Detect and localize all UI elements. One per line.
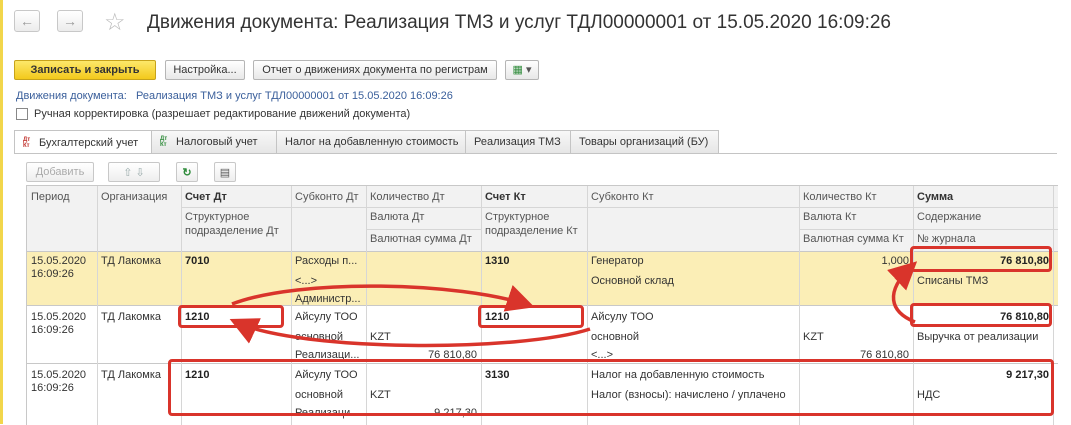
header-dt-account: Счет Дт bbox=[181, 188, 231, 206]
header-currency-sum-kt: Валютная сумма Кт bbox=[799, 230, 908, 248]
manual-correction-checkbox[interactable] bbox=[16, 108, 28, 120]
refresh-button[interactable]: ↻ bbox=[176, 162, 198, 182]
left-accent-bar bbox=[0, 0, 3, 424]
document-icon: ▤ bbox=[219, 166, 231, 179]
tab-org-goods[interactable]: Товары организаций (БУ) bbox=[570, 130, 719, 153]
row1-org: ТД Лакомка bbox=[101, 255, 161, 267]
row1-subconto-dt-3[interactable]: Администр... bbox=[291, 290, 366, 308]
row2-currency-dt[interactable]: KZT bbox=[366, 328, 395, 346]
row1-qty-kt[interactable]: 1,000 bbox=[799, 252, 913, 270]
tab-vat[interactable]: Налог на добавленную стоимость bbox=[276, 130, 466, 153]
row1-content[interactable]: Списаны ТМЗ bbox=[913, 272, 992, 290]
refresh-icon: ↻ bbox=[182, 166, 192, 179]
header-kt-account: Счет Кт bbox=[481, 188, 530, 206]
row2-subconto-kt-1[interactable]: Айсулу ТОО bbox=[587, 308, 658, 326]
header-currency-dt: Валюта Дт bbox=[366, 208, 429, 226]
header-kt-subdivision: Структурное подразделение Кт bbox=[481, 208, 587, 240]
row3-time: 16:09:26 bbox=[31, 382, 74, 394]
row1-subconto-kt-1[interactable]: Генератор bbox=[587, 252, 648, 270]
tab-label: Налоговый учет bbox=[176, 136, 258, 148]
breadcrumb-label: Движения документа: bbox=[16, 90, 127, 102]
row1-time: 16:09:26 bbox=[31, 268, 74, 280]
tab-tax-accounting[interactable]: Дт Кт Налоговый учет bbox=[151, 130, 277, 153]
highlight-kt-1210 bbox=[478, 305, 584, 328]
forward-button[interactable]: → bbox=[57, 10, 83, 32]
row2-content[interactable]: Выручка от реализации bbox=[913, 328, 1042, 346]
tab-label: Товары организаций (БУ) bbox=[579, 136, 709, 148]
highlight-sum-row1 bbox=[910, 246, 1052, 272]
row1-dt-account[interactable]: 7010 bbox=[181, 252, 213, 270]
export-dropdown-button[interactable]: ▦ ▾ bbox=[505, 60, 539, 80]
move-down-icon[interactable]: ⇩ bbox=[136, 166, 145, 179]
row2-org: ТД Лакомка bbox=[101, 311, 161, 323]
breadcrumb-document-link[interactable]: Реализация ТМЗ и услуг ТДЛ00000001 от 15… bbox=[136, 90, 453, 102]
dt-kt-tax-icon: Дт Кт bbox=[160, 136, 168, 148]
header-subconto-kt: Субконто Кт bbox=[587, 188, 658, 206]
tab-label: Налог на добавленную стоимость bbox=[285, 136, 459, 148]
highlight-dt-1210 bbox=[178, 305, 284, 328]
manual-correction-row: Ручная корректировка (разрешает редактир… bbox=[16, 108, 410, 120]
header-content: Содержание bbox=[913, 208, 986, 226]
header-qty-kt: Количество Кт bbox=[799, 188, 881, 206]
window-title: Движения документа: Реализация ТМЗ и усл… bbox=[147, 12, 891, 33]
row2-currency-kt[interactable]: KZT bbox=[799, 328, 828, 346]
register-tabs: Дт Кт Бухгалтерский учет Дт Кт Налоговый у… bbox=[14, 130, 719, 154]
highlight-vat-row bbox=[168, 359, 1054, 416]
chevron-down-icon: ▾ bbox=[525, 64, 532, 76]
row1-kt-account[interactable]: 1310 bbox=[481, 252, 513, 270]
manual-correction-label: Ручная корректировка (разрешает редактир… bbox=[34, 108, 411, 120]
arrow-right-icon: → bbox=[63, 13, 77, 29]
settings-button[interactable]: Настройка... bbox=[165, 60, 245, 80]
breadcrumb: Движения документа: Реализация ТМЗ и усл… bbox=[16, 90, 453, 102]
favorite-star-icon[interactable]: ☆ bbox=[104, 8, 126, 37]
highlight-sum-row2 bbox=[910, 303, 1052, 327]
header-org: Организация bbox=[97, 188, 172, 206]
dt-kt-icon: Дт Кт bbox=[23, 136, 31, 149]
row1-subconto-dt-1[interactable]: Расходы п... bbox=[291, 252, 366, 270]
save-close-button[interactable]: Записать и закрыть bbox=[14, 60, 156, 80]
header-period: Период bbox=[27, 188, 74, 206]
row1-subconto-dt-2[interactable]: <...> bbox=[291, 272, 321, 290]
tab-underline bbox=[14, 153, 1057, 154]
tab-label: Реализация ТМЗ bbox=[474, 136, 561, 148]
list-settings-button[interactable]: ▤ bbox=[214, 162, 236, 182]
table-export-icon: ▦ bbox=[512, 64, 523, 76]
row2-subconto-kt-2[interactable]: основной bbox=[587, 328, 643, 346]
back-button[interactable]: ← bbox=[14, 10, 40, 32]
header-subconto-dt: Субконто Дт bbox=[291, 188, 363, 206]
row1-subconto-kt-2[interactable]: Основной склад bbox=[587, 272, 678, 290]
row3-org: ТД Лакомка bbox=[101, 369, 161, 381]
header-qty-dt: Количество Дт bbox=[366, 188, 449, 206]
row2-subconto-dt-2[interactable]: основной bbox=[291, 328, 347, 346]
move-up-icon[interactable]: ⇧ bbox=[123, 166, 132, 179]
row2-time: 16:09:26 bbox=[31, 324, 74, 336]
tab-tmz-sales[interactable]: Реализация ТМЗ bbox=[465, 130, 571, 153]
header-dt-subdivision: Структурное подразделение Дт bbox=[181, 208, 291, 240]
report-button[interactable]: Отчет о движениях документа по регистрам bbox=[253, 60, 497, 80]
add-button[interactable]: Добавить bbox=[26, 162, 94, 182]
move-buttons[interactable]: ⇧ ⇩ bbox=[108, 162, 160, 182]
header-currency-kt: Валюта Кт bbox=[799, 208, 861, 226]
row2-subconto-dt-1[interactable]: Айсулу ТОО bbox=[291, 308, 362, 326]
header-sum: Сумма bbox=[913, 188, 958, 206]
arrow-left-icon: ← bbox=[20, 13, 34, 29]
tab-label: Бухгалтерский учет bbox=[39, 136, 139, 149]
tab-accounting[interactable]: Дт Кт Бухгалтерский учет bbox=[14, 130, 152, 154]
header-currency-sum-dt: Валютная сумма Дт bbox=[366, 230, 476, 248]
